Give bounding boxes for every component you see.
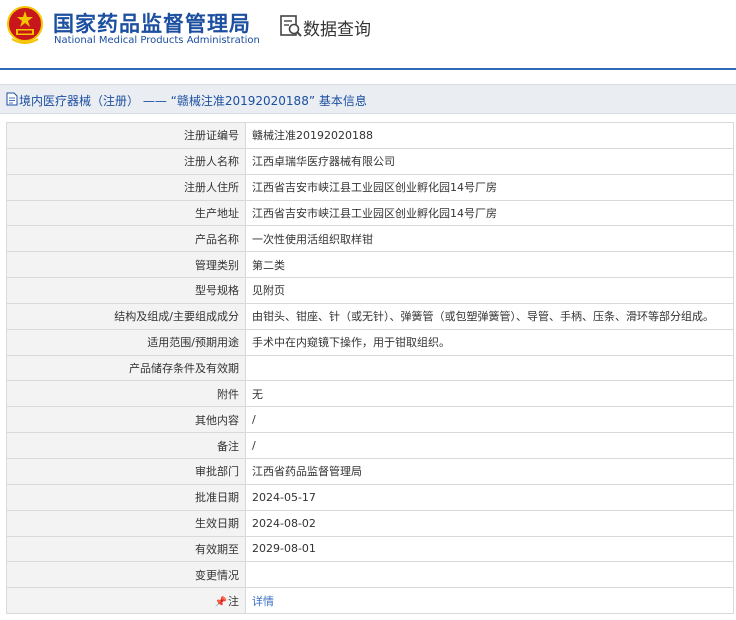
row-label: 型号规格 xyxy=(6,277,246,304)
row-value: 江西卓瑞华医疗器械有限公司 xyxy=(245,147,734,175)
row-label: 管理类别 xyxy=(6,251,246,279)
row-label: 注册证编号 xyxy=(6,122,246,149)
row-label: 其他内容 xyxy=(6,406,246,434)
row-value: 第二类 xyxy=(245,251,734,279)
table-row: 附件无 xyxy=(6,380,734,408)
table-row: 注册人住所 江西省吉安市峡江县工业园区创业孵化园14号厂房 xyxy=(6,173,734,201)
table-row: 变更情况 xyxy=(6,561,734,589)
national-emblem-icon[interactable] xyxy=(6,5,44,45)
table-row: 产品储存条件及有效期 xyxy=(6,354,734,382)
row-value: 一次性使用活组织取样钳 xyxy=(245,225,734,253)
table-row: 审批部门 江西省药品监督管理局 xyxy=(6,457,734,485)
row-label: 产品名称 xyxy=(6,225,246,253)
row-label: 生效日期 xyxy=(6,509,246,537)
row-label: 有效期至 xyxy=(6,535,246,563)
row-value: / xyxy=(245,432,734,459)
table-row: 结构及组成/主要组成成分 由钳头、钳座、针（或无针）、弹簧管（或包塑弹簧管）、导管… xyxy=(6,302,734,330)
row-value: 见附页 xyxy=(245,277,734,304)
header-divider xyxy=(0,68,736,70)
row-value: 手术中在内窥镜下操作，用于钳取组织。 xyxy=(245,328,734,356)
record-title-bar: 境内医疗器械（注册） —— “赣械注准20192020188” 基本信息 xyxy=(0,84,736,114)
row-value: 2024-05-17 xyxy=(245,483,734,511)
pin-icon: 📌 xyxy=(214,596,227,608)
table-row: 产品名称 一次性使用活组织取样钳 xyxy=(6,225,734,253)
org-name-en[interactable]: National Medical Products Administration xyxy=(54,35,260,46)
data-query-label[interactable]: 数据查询 xyxy=(303,15,371,40)
row-value: / xyxy=(245,406,734,434)
row-label: 生产地址 xyxy=(6,199,246,227)
row-value: 无 xyxy=(245,380,734,408)
row-value: 江西省吉安市峡江县工业园区创业孵化园14号厂房 xyxy=(245,199,734,227)
table-row: 批准日期 2024-05-17 xyxy=(6,483,734,511)
row-label: 注册人名称 xyxy=(6,147,246,175)
table-row: 其他内容 / xyxy=(6,406,734,434)
table-row: 生效日期 2024-08-02 xyxy=(6,509,734,537)
row-value xyxy=(245,354,734,382)
table-row: 注册证编号 赣械注准20192020188 xyxy=(6,122,734,149)
row-value: 2024-08-02 xyxy=(245,509,734,537)
table-row: 生产地址 江西省吉安市峡江县工业园区创业孵化园14号厂房 xyxy=(6,199,734,227)
record-title: 境内医疗器械（注册） —— “赣械注准20192020188” 基本信息 xyxy=(19,94,367,108)
row-label: 结构及组成/主要组成成分 xyxy=(6,302,246,330)
document-icon xyxy=(6,92,18,106)
note-row: 📌注 详情 xyxy=(6,587,734,615)
detail-table: 注册证编号 赣械注准20192020188 注册人名称 江西卓瑞华医疗器械有限公司 … xyxy=(6,122,734,615)
note-label-cell: 📌注 xyxy=(6,587,246,615)
row-label: 产品储存条件及有效期 xyxy=(6,354,246,382)
table-row: 备注 / xyxy=(6,432,734,459)
details-link[interactable]: 详情 xyxy=(252,595,274,608)
data-query-icon[interactable] xyxy=(279,14,303,38)
row-value: 2029-08-01 xyxy=(245,535,734,563)
row-value: 由钳头、钳座、针（或无针）、弹簧管（或包塑弹簧管）、导管、手柄、压条、滑环等部分… xyxy=(245,302,734,330)
row-label: 变更情况 xyxy=(6,561,246,589)
row-value: 江西省吉安市峡江县工业园区创业孵化园14号厂房 xyxy=(245,173,734,201)
org-name-cn[interactable]: 国家药品监督管理局 xyxy=(53,8,251,38)
row-value: 赣械注准20192020188 xyxy=(245,122,734,149)
table-row: 有效期至 2029-08-01 xyxy=(6,535,734,563)
row-label: 注册人住所 xyxy=(6,173,246,201)
table-row: 注册人名称 江西卓瑞华医疗器械有限公司 xyxy=(6,147,734,175)
row-label: 批准日期 xyxy=(6,483,246,511)
table-row: 适用范围/预期用途 手术中在内窥镜下操作，用于钳取组织。 xyxy=(6,328,734,356)
row-label: 附件 xyxy=(6,380,246,408)
site-header: 国家药品监督管理局 National Medical Products Admi… xyxy=(0,0,736,68)
note-value-cell: 详情 xyxy=(245,587,734,615)
table-row: 管理类别 第二类 xyxy=(6,251,734,279)
row-value: 江西省药品监督管理局 xyxy=(245,457,734,485)
row-label: 备注 xyxy=(6,432,246,459)
row-label: 适用范围/预期用途 xyxy=(6,328,246,356)
table-row: 型号规格 见附页 xyxy=(6,277,734,304)
row-label: 审批部门 xyxy=(6,457,246,485)
row-value xyxy=(245,561,734,589)
note-label: 注 xyxy=(228,594,239,608)
